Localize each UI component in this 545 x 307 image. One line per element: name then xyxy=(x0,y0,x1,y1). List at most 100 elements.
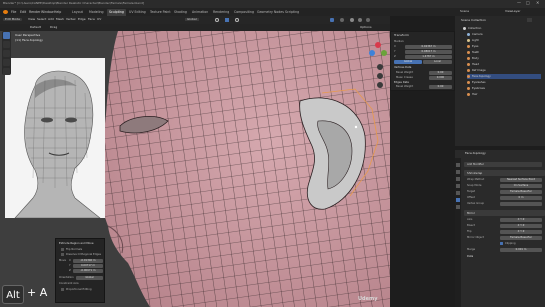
filter-icon[interactable] xyxy=(527,18,532,22)
menu-window[interactable]: Window xyxy=(41,10,54,14)
scene-tab-icon[interactable] xyxy=(456,184,460,188)
z-field[interactable]: 1.4787 m xyxy=(405,55,452,59)
output-tab-icon[interactable] xyxy=(456,177,460,181)
mirror-modifier-header[interactable]: Mirror xyxy=(464,210,545,216)
shrinkwrap-modifier-header[interactable]: Shrinkwrap xyxy=(464,170,545,176)
pivot-icon[interactable] xyxy=(215,18,219,22)
menu-file[interactable]: File xyxy=(11,10,16,14)
minimize-icon[interactable]: — xyxy=(517,1,521,5)
outliner-item-selected[interactable]: Face.topology xyxy=(467,74,541,79)
menu-view[interactable]: View xyxy=(28,18,35,21)
menu-uv[interactable]: UV xyxy=(97,18,101,21)
shading-rendered-icon[interactable] xyxy=(366,18,370,22)
outliner-item[interactable]: Head xyxy=(467,62,479,67)
bevel-weight-field[interactable]: 0.00 xyxy=(429,71,452,75)
viewlayer-selector[interactable]: ViewLayer xyxy=(505,10,520,13)
mode-selector[interactable]: Edit Mode xyxy=(3,18,22,21)
bisect-toggles[interactable]: X Y Z xyxy=(500,224,542,228)
modifier-tab-icon[interactable] xyxy=(456,198,460,202)
target-field[interactable]: Female.Base.Ear xyxy=(500,190,542,194)
menu-edge[interactable]: Edge xyxy=(78,18,86,21)
menu-edit[interactable]: Edit xyxy=(20,10,26,14)
menu-select[interactable]: Select xyxy=(37,18,46,21)
object-tab-icon[interactable] xyxy=(456,191,460,195)
outliner-item[interactable]: Body xyxy=(467,56,479,61)
edge-bevel-label: Bevel Weight xyxy=(396,85,414,88)
menu-face[interactable]: Face xyxy=(88,18,95,21)
blender-logo-icon[interactable] xyxy=(3,10,8,14)
orientation-dropdown[interactable]: Default xyxy=(30,26,41,29)
menu-mesh[interactable]: Mesh xyxy=(56,18,64,21)
orientation-dropdown[interactable]: Global xyxy=(76,276,103,280)
rotate-tool-icon[interactable] xyxy=(3,59,10,66)
flip-toggles[interactable]: X Y Z xyxy=(500,230,542,234)
move-tool-icon[interactable] xyxy=(3,50,10,57)
merge-field[interactable]: 0.001 m xyxy=(500,248,542,252)
move-y-field[interactable]: 0.00717 m xyxy=(73,264,103,268)
close-icon[interactable]: ✕ xyxy=(536,1,539,5)
edge-bevel-field[interactable]: 0.00 xyxy=(429,85,452,89)
edges-data-heading: Edges Data xyxy=(394,81,409,84)
add-modifier-button[interactable]: Add Modifier xyxy=(464,162,542,167)
viewport-nav-buttons[interactable] xyxy=(377,64,383,88)
drag-dropdown[interactable]: Drag xyxy=(50,26,57,29)
move-y-label: Y xyxy=(69,264,71,267)
render-tab-icon[interactable] xyxy=(456,170,460,174)
outliner-item[interactable]: Eyes xyxy=(467,44,478,49)
maximize-icon[interactable]: □ xyxy=(526,1,530,5)
x-field[interactable]: 0.02367 m xyxy=(405,45,452,49)
flip-normals-checkbox[interactable] xyxy=(61,248,64,251)
dissolve-checkbox[interactable] xyxy=(61,253,64,256)
menu-bar: File Edit Render Window Help Layout Mode… xyxy=(0,8,545,17)
proportional-icon[interactable] xyxy=(235,18,239,22)
xray-icon[interactable] xyxy=(330,18,334,22)
outliner-item[interactable]: Camera xyxy=(467,32,483,37)
median-label: Median: xyxy=(394,40,405,43)
move-x-field[interactable]: -0.01340 m xyxy=(73,259,103,263)
outliner-item[interactable]: Collection xyxy=(463,26,481,31)
tool-tab-icon[interactable] xyxy=(456,163,460,167)
outliner-item[interactable]: Eyelashes xyxy=(467,80,486,85)
mean-crease-field[interactable]: 0.000 xyxy=(429,76,452,80)
scale-tool-icon[interactable] xyxy=(3,68,10,75)
shading-material-icon[interactable] xyxy=(358,18,362,22)
axis-toggles[interactable]: X Y Z xyxy=(500,218,542,222)
global-toggle[interactable]: Global xyxy=(394,60,422,64)
snap-mode-dropdown[interactable]: On Surface xyxy=(500,184,542,188)
data-tab-icon[interactable] xyxy=(456,205,460,209)
shading-solid-icon[interactable] xyxy=(350,18,354,22)
wrap-method-dropdown[interactable]: Nearest Surface Point xyxy=(500,178,542,182)
proportional-checkbox[interactable] xyxy=(61,288,64,291)
options-dropdown[interactable]: Options xyxy=(360,26,372,29)
outliner-item[interactable]: Light xyxy=(467,38,479,43)
outliner-item[interactable]: Ref Image xyxy=(467,68,486,73)
image-icon xyxy=(467,68,470,72)
overlay-icon[interactable] xyxy=(340,18,344,22)
clipping-checkbox[interactable] xyxy=(500,242,503,245)
menu-render[interactable]: Render xyxy=(29,10,40,14)
y-field[interactable]: 0.08017 m xyxy=(405,50,452,54)
local-toggle[interactable]: Local xyxy=(423,60,452,64)
mirror-object-field[interactable]: Female.Base.Ear xyxy=(500,236,542,240)
scene-selector[interactable]: Scene xyxy=(460,10,469,13)
cursor-tool-icon[interactable] xyxy=(3,41,10,48)
snap-icon[interactable] xyxy=(225,18,229,22)
menu-vertex[interactable]: Vertex xyxy=(66,18,76,21)
plus-sign: + xyxy=(27,286,37,299)
data-subpanel[interactable]: Data xyxy=(467,255,473,258)
bisect-label: Bisect xyxy=(467,224,475,227)
outliner-item[interactable]: Teeth xyxy=(467,50,479,55)
menu-add[interactable]: Add xyxy=(48,18,54,21)
move-z-field[interactable]: -0.00671 m xyxy=(73,269,103,273)
menu-help[interactable]: Help xyxy=(54,10,61,14)
object-name-field[interactable]: Face.topology xyxy=(465,152,486,155)
vertex-group-field[interactable] xyxy=(500,202,542,206)
outliner-item[interactable]: Eyebrows xyxy=(467,86,485,91)
offset-field[interactable]: 0 m xyxy=(500,196,542,200)
proportional-label: Proportional Editing xyxy=(66,288,92,291)
outliner-item[interactable]: Hair xyxy=(467,92,478,97)
transform-orientation[interactable]: Global xyxy=(185,18,199,21)
keystroke-plus-a: + A xyxy=(27,287,47,298)
select-box-tool-icon[interactable] xyxy=(3,32,10,39)
tool-settings-bar: Default Drag Options xyxy=(0,24,390,31)
